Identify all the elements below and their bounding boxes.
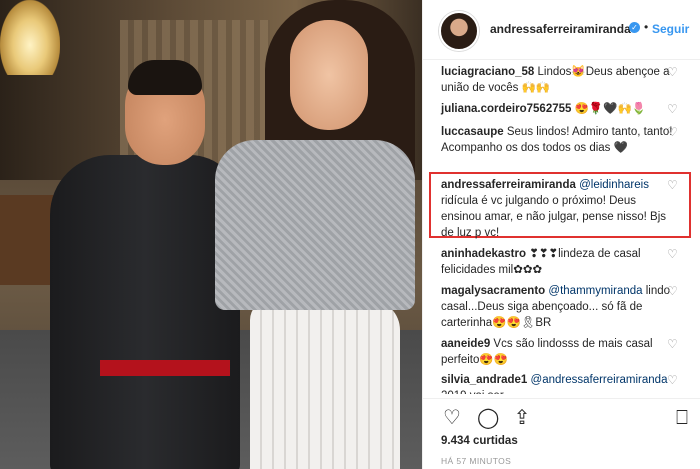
comment-username[interactable]: magalysacramento — [441, 285, 545, 297]
comment-mention[interactable]: @thammymiranda — [548, 285, 642, 297]
post-side-panel: andressaferreiramiranda ✓ • Seguir lucia… — [422, 0, 700, 469]
comment-item: aaneide9 Vcs são lindosss de mais casal … — [441, 336, 679, 368]
comment-username[interactable]: luccasaupe — [441, 126, 504, 138]
comment-like-heart-icon[interactable]: ♡ — [667, 374, 679, 386]
bookmark-icon[interactable]: ⎕ — [671, 407, 693, 429]
post-photo[interactable] — [0, 0, 422, 469]
comment-username[interactable]: andressaferreiramiranda — [441, 179, 576, 191]
comment-username[interactable]: luciagraciano_58 — [441, 66, 534, 78]
share-arrow-icon[interactable]: ⇪ — [511, 407, 533, 429]
comment-item: juliana.cordeiro7562755 😍🌹🖤🙌🌷 — [441, 101, 679, 117]
comment-username[interactable]: silvia_andrade1 — [441, 374, 527, 386]
comment-item: andressaferreiramiranda @leidinhareis ri… — [441, 177, 679, 241]
separator-dot: • — [644, 20, 649, 34]
likes-count[interactable]: 9.434 curtidas — [441, 435, 518, 447]
comment-username[interactable]: juliana.cordeiro7562755 — [441, 103, 571, 115]
avatar[interactable] — [439, 11, 479, 51]
comment-username[interactable]: aaneide9 — [441, 338, 490, 350]
comment-like-heart-icon[interactable]: ♡ — [667, 126, 679, 138]
comment-text: 2019 vai ser — [441, 390, 504, 394]
comment-like-heart-icon[interactable]: ♡ — [667, 66, 679, 78]
post-header: andressaferreiramiranda ✓ • Seguir — [423, 0, 700, 60]
comment-item: aninhadekastro ❣❣❣lindeza de casal felic… — [441, 246, 679, 278]
comment-item: luccasaupe Seus lindos! Admiro tanto, ta… — [441, 124, 679, 156]
comment-mention[interactable]: @leidinhareis — [579, 179, 649, 191]
comment-item: magalysacramento @thammymiranda lindo ca… — [441, 283, 679, 331]
comments-list[interactable]: luciagraciano_58 Lindos😻Deus abençoe a u… — [423, 62, 700, 394]
woman-figure — [195, 0, 422, 469]
comment-like-heart-icon[interactable]: ♡ — [667, 248, 679, 260]
verified-badge-icon: ✓ — [629, 22, 640, 33]
post-timestamp: HÁ 57 MINUTOS — [441, 456, 512, 466]
comment-text: 😍🌹🖤🙌🌷 — [571, 103, 647, 115]
comment-bubble-icon[interactable]: ◯ — [477, 407, 499, 429]
comment-item: silvia_andrade1 @andressaferreiramiranda… — [441, 372, 679, 394]
comment-like-heart-icon[interactable]: ♡ — [667, 285, 679, 297]
comment-like-heart-icon[interactable]: ♡ — [667, 338, 679, 350]
follow-button[interactable]: Seguir — [652, 22, 689, 36]
comment-username[interactable]: aninhadekastro — [441, 248, 526, 260]
header-username[interactable]: andressaferreiramiranda — [490, 22, 631, 36]
comment-mention[interactable]: @andressaferreiramiranda — [531, 374, 668, 386]
heart-outline-icon[interactable]: ♡ — [441, 407, 463, 429]
action-bar: ♡ ◯ ⇪ ⎕ — [423, 398, 700, 432]
comment-like-heart-icon[interactable]: ♡ — [667, 179, 679, 191]
comment-text: ridícula é vc julgando o próximo! Deus e… — [441, 195, 667, 239]
comment-item: luciagraciano_58 Lindos😻Deus abençoe a u… — [441, 64, 679, 96]
comment-like-heart-icon[interactable]: ♡ — [667, 103, 679, 115]
